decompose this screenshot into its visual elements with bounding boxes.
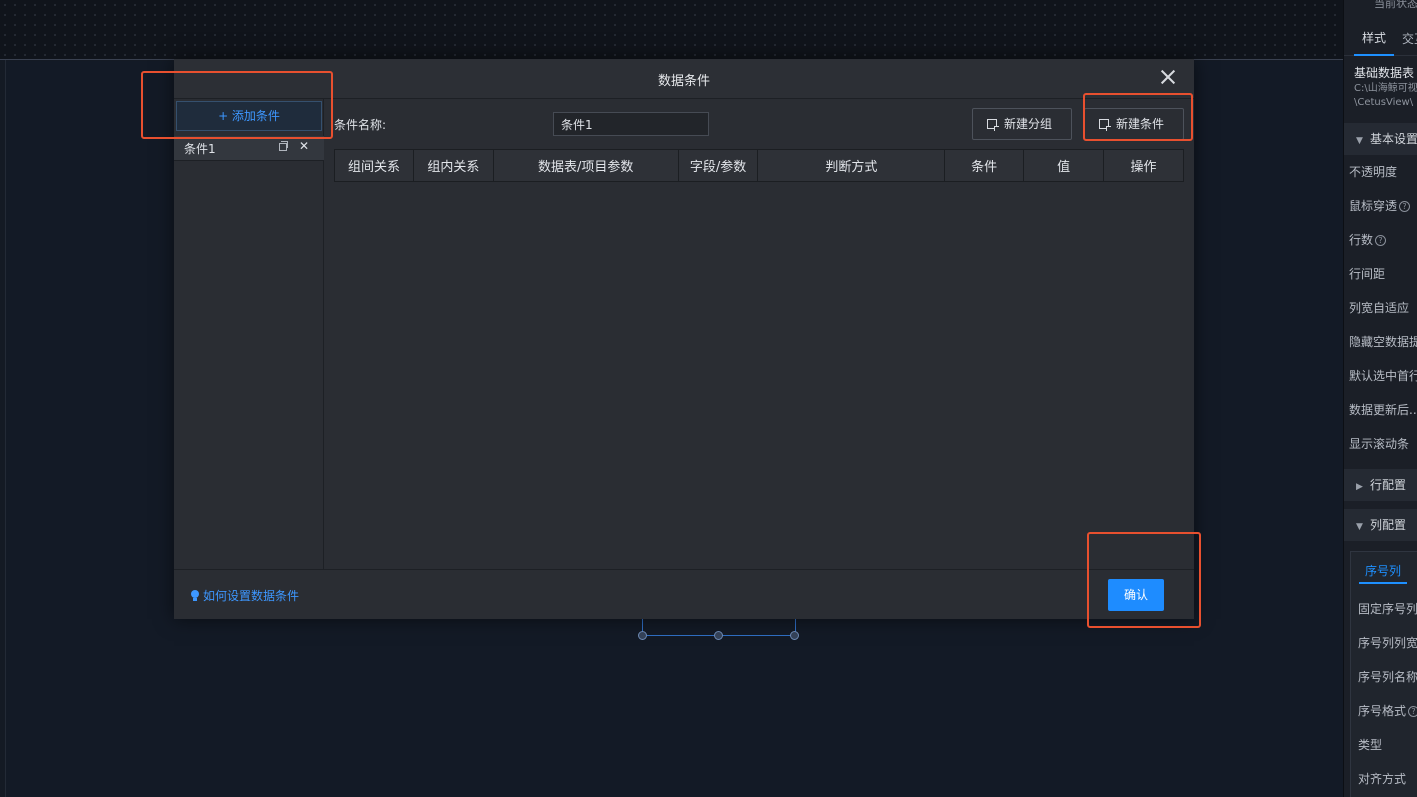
property-tabs: 样式 交互 — [1344, 22, 1417, 56]
prop-row-count-label: 行数 — [1349, 233, 1374, 247]
prop-type: 类型 — [1358, 738, 1383, 752]
tab-index-column[interactable]: 序号列 — [1359, 560, 1408, 584]
condition-list-panel: + 添加条件 条件1 ✕ — [174, 99, 324, 569]
section-row-config[interactable]: ▶ 行配置 — [1344, 469, 1417, 501]
current-state-label: 当前状态 — [1374, 0, 1417, 10]
prop-hide-empty-tip: 隐藏空数据提示 — [1349, 335, 1417, 349]
prop-index-column-width: 序号列列宽 — [1358, 636, 1417, 650]
resize-handle-bottom-left[interactable] — [638, 631, 647, 640]
prop-row-count: 行数? — [1344, 223, 1417, 257]
property-panel: 当前状态 样式 交互 基础数据表 C:\山海鲸可视化 \CetusView\ ▼… — [1343, 0, 1417, 797]
condition-name-input[interactable] — [553, 112, 709, 136]
prop-index-column-name: 序号列名称 — [1358, 670, 1417, 684]
condition-item-label: 条件1 — [184, 142, 216, 156]
section-column-config[interactable]: ▼ 列配置 — [1344, 509, 1417, 541]
col-header-inter-group: 组间关系 — [334, 149, 414, 182]
canvas-ruler-strip — [0, 0, 1343, 60]
component-title: 基础数据表 — [1354, 66, 1415, 80]
prop-alignment: 对齐方式 — [1358, 772, 1407, 786]
new-group-label: 新建分组 — [1004, 117, 1053, 131]
prop-mouse-passthrough-label: 鼠标穿透 — [1349, 199, 1398, 213]
prop-fixed-index-column: 固定序号列 — [1358, 602, 1417, 616]
column-config-box: 序号列 固定序号列 序号列列宽 序号列名称 序号格式? 类型 对齐方式 — [1350, 551, 1417, 797]
lightbulb-icon — [190, 590, 200, 602]
caret-down-icon: ▼ — [1356, 522, 1363, 532]
annotation-box-add-condition — [141, 71, 333, 139]
new-group-icon — [987, 119, 999, 131]
condition-list-item[interactable]: 条件1 ✕ — [174, 136, 324, 161]
table-header-row: 组间关系 组内关系 数据表/项目参数 字段/参数 判断方式 条件 值 操作 — [334, 149, 1184, 182]
col-header-judge-method: 判断方式 — [757, 149, 946, 182]
tab-style[interactable]: 样式 — [1354, 22, 1395, 56]
caret-right-icon: ▶ — [1356, 482, 1363, 492]
resize-handle-bottom-center[interactable] — [714, 631, 723, 640]
help-link-label: 如何设置数据条件 — [203, 589, 300, 603]
annotation-box-confirm — [1087, 532, 1201, 628]
col-header-intra-group: 组内关系 — [412, 149, 494, 182]
condition-table: 组间关系 组内关系 数据表/项目参数 字段/参数 判断方式 条件 值 操作 — [334, 149, 1184, 182]
help-icon[interactable]: ? — [1399, 201, 1411, 212]
help-icon[interactable]: ? — [1375, 235, 1387, 246]
close-icon[interactable] — [1158, 68, 1178, 88]
condition-name-label: 条件名称: — [334, 118, 387, 132]
section-row-label: 行配置 — [1370, 478, 1407, 492]
col-header-condition: 条件 — [944, 149, 1025, 182]
prop-mouse-passthrough: 鼠标穿透? — [1344, 189, 1417, 223]
section-basic-settings[interactable]: ▼ 基本设置 — [1344, 123, 1417, 155]
delete-icon[interactable]: ✕ — [299, 139, 309, 153]
prop-after-data-update: 数据更新后... — [1349, 403, 1417, 417]
data-condition-dialog: 数据条件 + 添加条件 条件1 ✕ 条件名称: 新建分组 新建条件 组间关系 组… — [174, 59, 1194, 619]
prop-select-first-row: 默认选中首行 — [1349, 369, 1417, 383]
copy-icon[interactable] — [279, 141, 288, 151]
prop-opacity: 不透明度 — [1349, 165, 1398, 179]
col-header-field-param: 字段/参数 — [677, 149, 759, 182]
section-basic-label: 基本设置 — [1370, 132, 1417, 146]
section-column-label: 列配置 — [1370, 518, 1407, 532]
new-group-button[interactable]: 新建分组 — [972, 108, 1072, 140]
prop-column-autofit: 列宽自适应 — [1349, 301, 1410, 315]
component-path-line-1: C:\山海鲸可视化 — [1354, 83, 1417, 94]
resize-handle-bottom-right[interactable] — [790, 631, 799, 640]
prop-show-scrollbar: 显示滚动条 — [1349, 437, 1410, 451]
prop-row-spacing: 行间距 — [1349, 267, 1386, 281]
col-header-value: 值 — [1023, 149, 1105, 182]
caret-down-icon: ▼ — [1356, 136, 1363, 146]
prop-index-format-label: 序号格式 — [1358, 704, 1407, 718]
help-icon[interactable]: ? — [1408, 706, 1417, 717]
col-header-operation: 操作 — [1103, 149, 1184, 182]
prop-index-format: 序号格式? — [1351, 694, 1417, 728]
col-header-table-param: 数据表/项目参数 — [492, 149, 679, 182]
tab-interaction[interactable]: 交互 — [1394, 22, 1417, 56]
condition-editor: 条件名称: 新建分组 新建条件 组间关系 组内关系 数据表/项目参数 字段/参数… — [324, 99, 1194, 569]
help-link[interactable]: 如何设置数据条件 — [190, 587, 299, 604]
annotation-box-new-condition — [1083, 93, 1193, 141]
dialog-footer: 如何设置数据条件 确认 — [174, 569, 1194, 619]
component-path-line-2: \CetusView\ — [1354, 97, 1414, 108]
